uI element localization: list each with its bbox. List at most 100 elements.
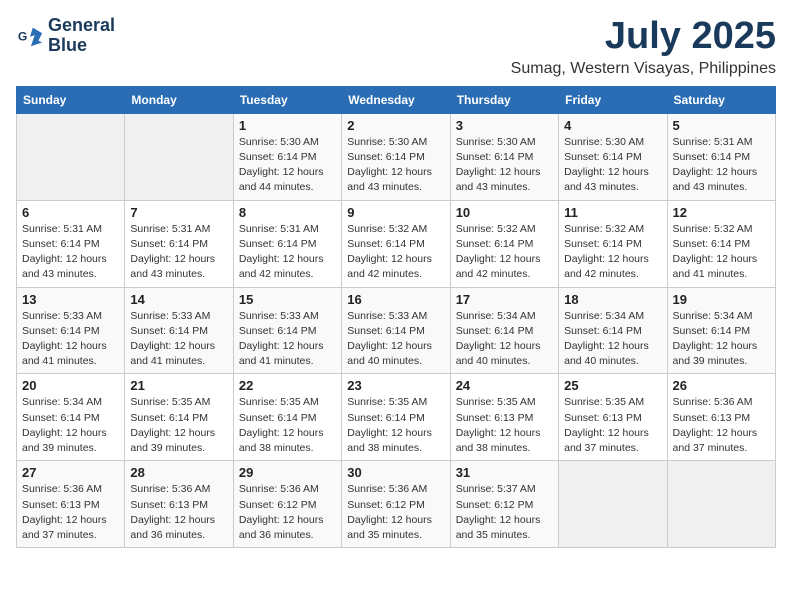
calendar-cell (125, 113, 233, 200)
day-number: 1 (239, 118, 336, 133)
day-detail: Sunrise: 5:30 AMSunset: 6:14 PMDaylight:… (347, 135, 444, 196)
location-title: Sumag, Western Visayas, Philippines (511, 60, 776, 78)
calendar-cell: 28 Sunrise: 5:36 AMSunset: 6:13 PMDayligh… (125, 461, 233, 548)
day-detail: Sunrise: 5:32 AMSunset: 6:14 PMDaylight:… (564, 222, 661, 283)
calendar-cell: 27 Sunrise: 5:36 AMSunset: 6:13 PMDayligh… (17, 461, 125, 548)
day-detail: Sunrise: 5:33 AMSunset: 6:14 PMDaylight:… (239, 309, 336, 370)
day-header-wednesday: Wednesday (342, 86, 450, 113)
day-detail: Sunrise: 5:35 AMSunset: 6:13 PMDaylight:… (564, 395, 661, 456)
day-number: 19 (673, 292, 770, 307)
day-detail: Sunrise: 5:34 AMSunset: 6:14 PMDaylight:… (673, 309, 770, 370)
calendar-cell: 21Sunrise: 5:35 AMSunset: 6:14 PMDayligh… (125, 374, 233, 461)
calendar-cell: 12 Sunrise: 5:32 AMSunset: 6:14 PMDayligh… (667, 200, 775, 287)
day-header-saturday: Saturday (667, 86, 775, 113)
day-detail: Sunrise: 5:35 AMSunset: 6:14 PMDaylight:… (239, 395, 336, 456)
calendar-cell (667, 461, 775, 548)
day-detail: Sunrise: 5:33 AMSunset: 6:14 PMDaylight:… (347, 309, 444, 370)
day-detail: Sunrise: 5:36 AMSunset: 6:13 PMDaylight:… (673, 395, 770, 456)
calendar-cell: 16 Sunrise: 5:33 AMSunset: 6:14 PMDayligh… (342, 287, 450, 374)
day-detail: Sunrise: 5:36 AMSunset: 6:13 PMDaylight:… (130, 482, 227, 543)
day-number: 4 (564, 118, 661, 133)
logo-line1: General (48, 16, 115, 36)
day-detail: Sunrise: 5:30 AMSunset: 6:14 PMDaylight:… (239, 135, 336, 196)
calendar-cell: 24Sunrise: 5:35 AMSunset: 6:13 PMDayligh… (450, 374, 558, 461)
week-row-5: 27 Sunrise: 5:36 AMSunset: 6:13 PMDayligh… (17, 461, 776, 548)
calendar-cell: 3 Sunrise: 5:30 AMSunset: 6:14 PMDaylight… (450, 113, 558, 200)
day-number: 27 (22, 465, 119, 480)
day-detail: Sunrise: 5:30 AMSunset: 6:14 PMDaylight:… (456, 135, 553, 196)
calendar-cell: 5Sunrise: 5:31 AMSunset: 6:14 PMDaylight… (667, 113, 775, 200)
day-number: 8 (239, 205, 336, 220)
week-row-2: 6 Sunrise: 5:31 AMSunset: 6:14 PMDaylight… (17, 200, 776, 287)
week-row-1: 1 Sunrise: 5:30 AMSunset: 6:14 PMDaylight… (17, 113, 776, 200)
calendar-cell: 6 Sunrise: 5:31 AMSunset: 6:14 PMDaylight… (17, 200, 125, 287)
day-number: 22 (239, 378, 336, 393)
header-row: SundayMondayTuesdayWednesdayThursdayFrid… (17, 86, 776, 113)
day-number: 24 (456, 378, 553, 393)
week-row-3: 13 Sunrise: 5:33 AMSunset: 6:14 PMDayligh… (17, 287, 776, 374)
logo-text: General Blue (48, 16, 115, 56)
day-header-monday: Monday (125, 86, 233, 113)
day-number: 6 (22, 205, 119, 220)
day-detail: Sunrise: 5:34 AMSunset: 6:14 PMDaylight:… (22, 395, 119, 456)
day-detail: Sunrise: 5:30 AMSunset: 6:14 PMDaylight:… (564, 135, 661, 196)
week-row-4: 20 Sunrise: 5:34 AMSunset: 6:14 PMDayligh… (17, 374, 776, 461)
title-block: July 2025 Sumag, Western Visayas, Philip… (511, 16, 776, 78)
calendar-cell: 20 Sunrise: 5:34 AMSunset: 6:14 PMDayligh… (17, 374, 125, 461)
day-number: 23 (347, 378, 444, 393)
day-detail: Sunrise: 5:32 AMSunset: 6:14 PMDaylight:… (673, 222, 770, 283)
day-detail: Sunrise: 5:35 AMSunset: 6:14 PMDaylight:… (347, 395, 444, 456)
day-number: 31 (456, 465, 553, 480)
day-number: 25 (564, 378, 661, 393)
calendar-cell: 19 Sunrise: 5:34 AMSunset: 6:14 PMDayligh… (667, 287, 775, 374)
day-number: 30 (347, 465, 444, 480)
day-number: 20 (22, 378, 119, 393)
day-number: 13 (22, 292, 119, 307)
day-number: 28 (130, 465, 227, 480)
day-number: 16 (347, 292, 444, 307)
page-header: G General Blue July 2025 Sumag, Western … (16, 16, 776, 78)
day-header-sunday: Sunday (17, 86, 125, 113)
day-detail: Sunrise: 5:31 AMSunset: 6:14 PMDaylight:… (22, 222, 119, 283)
calendar-table: SundayMondayTuesdayWednesdayThursdayFrid… (16, 86, 776, 548)
calendar-cell: 18Sunrise: 5:34 AMSunset: 6:14 PMDayligh… (559, 287, 667, 374)
day-detail: Sunrise: 5:31 AMSunset: 6:14 PMDaylight:… (673, 135, 770, 196)
svg-text:G: G (18, 29, 27, 43)
calendar-cell: 25 Sunrise: 5:35 AMSunset: 6:13 PMDayligh… (559, 374, 667, 461)
calendar-cell: 30 Sunrise: 5:36 AMSunset: 6:12 PMDayligh… (342, 461, 450, 548)
calendar-cell: 26 Sunrise: 5:36 AMSunset: 6:13 PMDayligh… (667, 374, 775, 461)
day-number: 15 (239, 292, 336, 307)
calendar-cell: 23 Sunrise: 5:35 AMSunset: 6:14 PMDayligh… (342, 374, 450, 461)
calendar-cell: 9Sunrise: 5:32 AMSunset: 6:14 PMDaylight… (342, 200, 450, 287)
day-number: 18 (564, 292, 661, 307)
calendar-cell (559, 461, 667, 548)
calendar-cell: 15 Sunrise: 5:33 AMSunset: 6:14 PMDayligh… (233, 287, 341, 374)
calendar-cell: 4 Sunrise: 5:30 AMSunset: 6:14 PMDaylight… (559, 113, 667, 200)
calendar-cell (17, 113, 125, 200)
day-detail: Sunrise: 5:36 AMSunset: 6:12 PMDaylight:… (347, 482, 444, 543)
calendar-cell: 1 Sunrise: 5:30 AMSunset: 6:14 PMDaylight… (233, 113, 341, 200)
day-number: 10 (456, 205, 553, 220)
day-number: 12 (673, 205, 770, 220)
day-number: 3 (456, 118, 553, 133)
day-detail: Sunrise: 5:31 AMSunset: 6:14 PMDaylight:… (239, 222, 336, 283)
calendar-cell: 11 Sunrise: 5:32 AMSunset: 6:14 PMDayligh… (559, 200, 667, 287)
day-detail: Sunrise: 5:32 AMSunset: 6:14 PMDaylight:… (456, 222, 553, 283)
day-number: 11 (564, 205, 661, 220)
day-header-thursday: Thursday (450, 86, 558, 113)
calendar-cell: 10 Sunrise: 5:32 AMSunset: 6:14 PMDayligh… (450, 200, 558, 287)
calendar-cell: 17Sunrise: 5:34 AMSunset: 6:14 PMDayligh… (450, 287, 558, 374)
logo: G General Blue (16, 16, 115, 56)
calendar-cell: 22 Sunrise: 5:35 AMSunset: 6:14 PMDayligh… (233, 374, 341, 461)
calendar-cell: 2Sunrise: 5:30 AMSunset: 6:14 PMDaylight… (342, 113, 450, 200)
day-number: 14 (130, 292, 227, 307)
calendar-cell: 7Sunrise: 5:31 AMSunset: 6:14 PMDaylight… (125, 200, 233, 287)
day-number: 26 (673, 378, 770, 393)
day-number: 29 (239, 465, 336, 480)
calendar-cell: 29Sunrise: 5:36 AMSunset: 6:12 PMDayligh… (233, 461, 341, 548)
day-detail: Sunrise: 5:34 AMSunset: 6:14 PMDaylight:… (456, 309, 553, 370)
day-detail: Sunrise: 5:36 AMSunset: 6:13 PMDaylight:… (22, 482, 119, 543)
month-title: July 2025 (511, 16, 776, 58)
day-detail: Sunrise: 5:33 AMSunset: 6:14 PMDaylight:… (22, 309, 119, 370)
day-detail: Sunrise: 5:37 AMSunset: 6:12 PMDaylight:… (456, 482, 553, 543)
